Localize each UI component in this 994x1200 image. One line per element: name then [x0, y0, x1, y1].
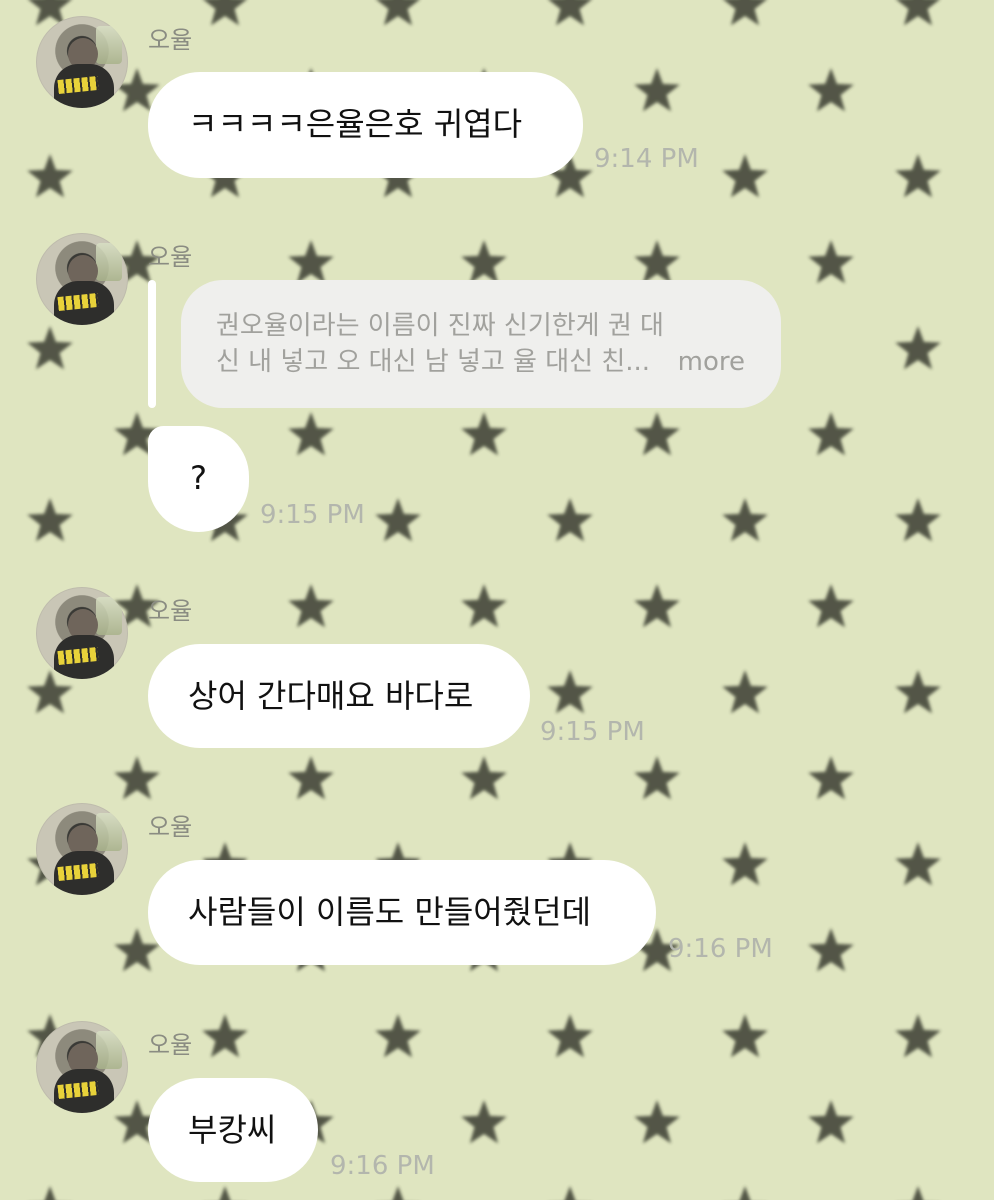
- star-icon: [808, 412, 854, 456]
- star-icon: [219, 1186, 231, 1200]
- star-icon: [808, 928, 854, 972]
- star-icon: [722, 670, 768, 714]
- star-icon: [808, 756, 854, 800]
- star-icon: [27, 326, 73, 370]
- star-icon: [634, 412, 680, 456]
- sender-name: 오율: [148, 26, 193, 54]
- sender-name: 오율: [148, 597, 193, 625]
- star-icon: [634, 240, 680, 284]
- star-icon: [44, 1186, 56, 1200]
- more-link[interactable]: more: [678, 344, 745, 380]
- star-icon: [547, 498, 593, 542]
- star-icon: [461, 240, 507, 284]
- reply-quote[interactable]: 권오율이라는 이름이 진짜 신기한게 권 대 신 내 넣고 오 대신 남 넣고 …: [181, 280, 781, 408]
- star-icon: [723, 0, 767, 26]
- sender-name: 오율: [148, 813, 193, 841]
- star-icon: [722, 842, 768, 886]
- avatar[interactable]: [36, 1021, 128, 1113]
- star-icon: [808, 68, 854, 112]
- sender-name: 오율: [148, 243, 193, 271]
- message-time: 9:16 PM: [668, 934, 773, 964]
- star-icon: [114, 756, 160, 800]
- star-icon: [895, 326, 941, 370]
- star-icon: [288, 412, 334, 456]
- avatar[interactable]: [36, 233, 128, 325]
- star-icon: [27, 154, 73, 198]
- message-time: 9:16 PM: [330, 1151, 435, 1181]
- star-icon: [634, 756, 680, 800]
- message-time: 9:14 PM: [594, 144, 699, 174]
- star-icon: [202, 1014, 248, 1058]
- star-icon: [461, 584, 507, 628]
- message-time: 9:15 PM: [540, 717, 645, 747]
- star-icon: [288, 756, 334, 800]
- reply-indicator-bar: [148, 280, 156, 408]
- star-icon: [912, 1186, 924, 1200]
- star-icon: [203, 0, 247, 26]
- star-icon: [895, 842, 941, 886]
- star-icon: [634, 68, 680, 112]
- message-bubble[interactable]: ㅋㅋㅋㅋ은율은호 귀엽다: [148, 72, 583, 178]
- message-bubble[interactable]: 부캉씨: [148, 1078, 318, 1182]
- sender-name: 오율: [148, 1031, 193, 1059]
- star-icon: [288, 240, 334, 284]
- chat-view[interactable]: 오율 ㅋㅋㅋㅋ은율은호 귀엽다 9:14 PM 오율 권오율이라는 이름이 진짜…: [0, 0, 994, 1200]
- star-icon: [722, 498, 768, 542]
- star-icon: [548, 0, 592, 26]
- star-icon: [722, 154, 768, 198]
- star-icon: [461, 412, 507, 456]
- avatar[interactable]: [36, 803, 128, 895]
- star-icon: [634, 584, 680, 628]
- star-icon: [895, 670, 941, 714]
- message-time: 9:15 PM: [260, 500, 365, 530]
- star-icon: [808, 584, 854, 628]
- reply-quote-line: 권오율이라는 이름이 진짜 신기한게 권 대: [216, 311, 664, 341]
- star-icon: [375, 498, 421, 542]
- star-icon: [739, 1186, 751, 1200]
- star-icon: [547, 670, 593, 714]
- message-bubble[interactable]: 사람들이 이름도 만들어줬던데: [148, 860, 656, 965]
- message-bubble[interactable]: 상어 간다매요 바다로: [148, 644, 530, 748]
- avatar[interactable]: [36, 587, 128, 679]
- avatar[interactable]: [36, 16, 128, 108]
- star-icon: [634, 1100, 680, 1144]
- star-icon: [27, 498, 73, 542]
- star-icon: [808, 1100, 854, 1144]
- star-icon: [564, 1186, 576, 1200]
- star-icon: [895, 1014, 941, 1058]
- star-icon: [808, 240, 854, 284]
- star-icon: [392, 1186, 404, 1200]
- star-icon: [375, 1014, 421, 1058]
- star-icon: [376, 0, 420, 26]
- star-icon: [288, 584, 334, 628]
- star-icon: [895, 154, 941, 198]
- star-icon: [547, 1014, 593, 1058]
- reply-quote-line: 신 내 넣고 오 대신 남 넣고 율 대신 친...: [216, 347, 651, 377]
- star-icon: [722, 1014, 768, 1058]
- star-icon: [895, 498, 941, 542]
- message-bubble[interactable]: ?: [148, 426, 249, 532]
- star-icon: [461, 756, 507, 800]
- star-icon: [461, 1100, 507, 1144]
- star-icon: [896, 0, 940, 26]
